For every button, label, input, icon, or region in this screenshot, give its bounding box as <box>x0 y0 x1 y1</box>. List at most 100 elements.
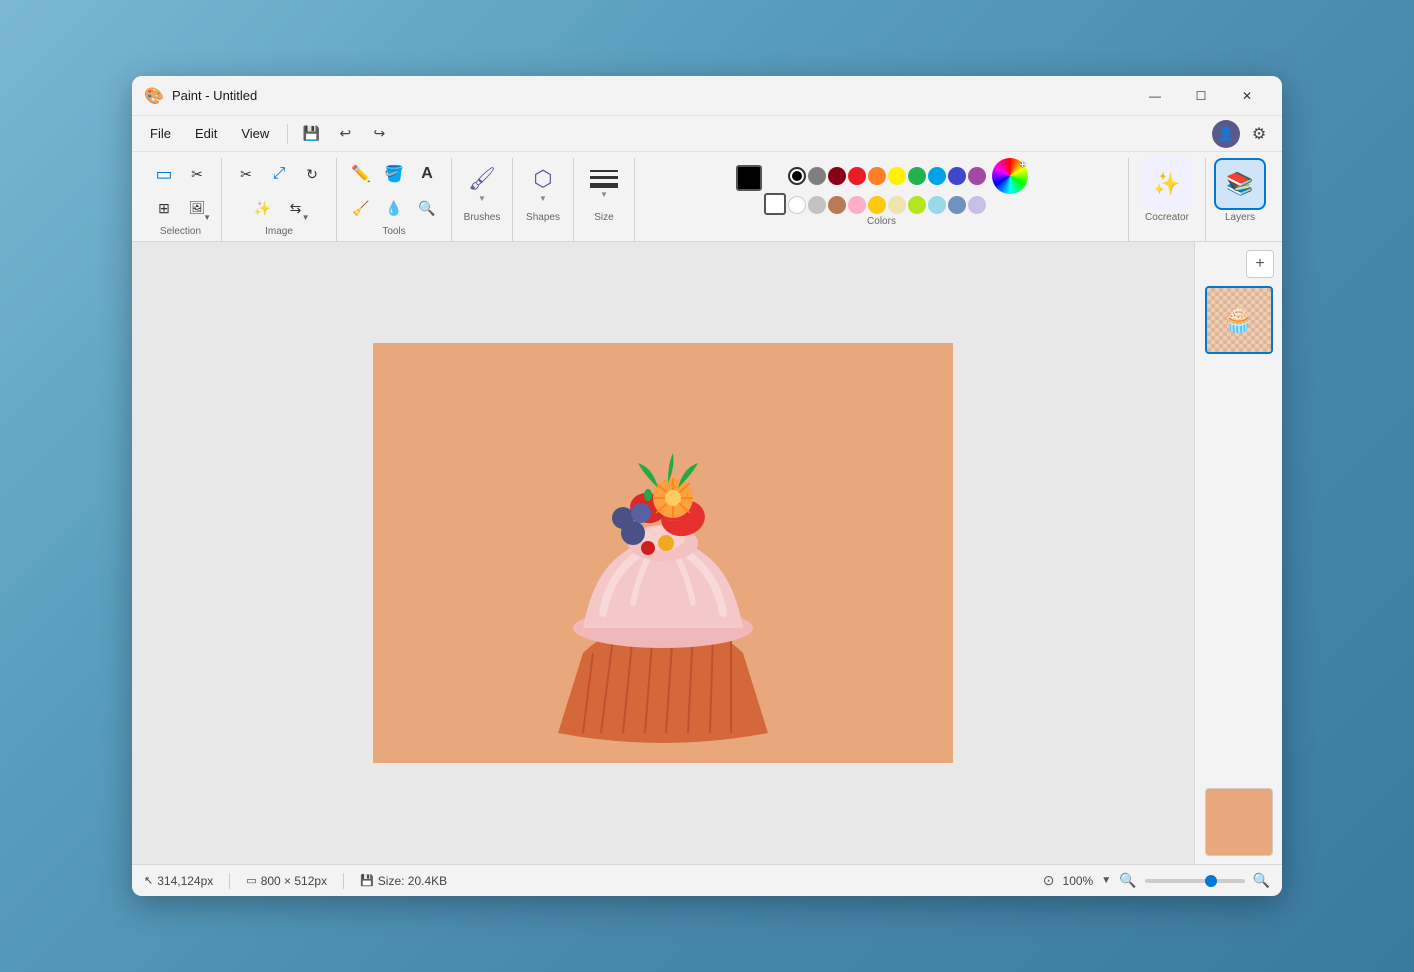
color-cyan[interactable] <box>928 167 946 185</box>
layers-sidebar: + 🧁 <box>1194 242 1282 864</box>
cursor-position: ↖ 314,124px <box>144 874 213 888</box>
color-brown[interactable] <box>828 196 846 214</box>
zoom-in-button[interactable]: 🔍 <box>1253 872 1270 889</box>
pencil-button[interactable]: ✏️ <box>345 158 377 190</box>
zoom-slider-thumb[interactable] <box>1205 875 1217 887</box>
dropdown-caret-2: ▼ <box>302 213 310 222</box>
color-picker-wheel[interactable]: + <box>992 158 1028 194</box>
zoom-slider[interactable] <box>1145 879 1245 883</box>
select-rectangle-button[interactable]: ▭ <box>148 158 180 190</box>
canvas-dimensions: ▭ 800 × 512px <box>246 874 327 888</box>
layer-2-thumbnail[interactable] <box>1205 788 1273 856</box>
color-black[interactable] <box>788 167 806 185</box>
user-avatar[interactable]: 👤 <box>1212 120 1240 148</box>
zoom-out-button[interactable]: 🔍 <box>1119 872 1136 889</box>
palette-row-1: + <box>788 158 1028 194</box>
undo-button[interactable]: ↩ <box>330 119 360 149</box>
text-button[interactable]: A <box>411 158 443 190</box>
active-colors <box>736 165 778 207</box>
color-light-blue[interactable] <box>928 196 946 214</box>
eyedropper-button[interactable]: 💧 <box>378 192 410 224</box>
color-lime[interactable] <box>908 196 926 214</box>
settings-button[interactable]: ⚙ <box>1244 119 1274 149</box>
drawing-tools-row2: 🧹 💧 🔍 <box>345 192 443 224</box>
color-purple[interactable] <box>968 167 986 185</box>
color-red[interactable] <box>848 167 866 185</box>
statusbar-divider-1 <box>229 873 230 889</box>
layer-1-thumbnail[interactable]: 🧁 <box>1205 286 1273 354</box>
image-tools-row2: ✨ ⇆ ▼ <box>247 192 312 224</box>
select-freeform-button[interactable]: ✂ <box>181 158 213 190</box>
image-label: Image <box>265 226 293 237</box>
menu-edit[interactable]: Edit <box>185 122 227 145</box>
rotate-button[interactable]: ↻ <box>296 158 328 190</box>
palette-row-2 <box>788 196 1028 214</box>
color-pink[interactable] <box>848 196 866 214</box>
background-color[interactable] <box>764 193 786 215</box>
redo-button[interactable]: ↪ <box>364 119 394 149</box>
cocreator-button[interactable]: ✨ <box>1141 158 1193 210</box>
statusbar-divider-2 <box>343 873 344 889</box>
brushes-button[interactable]: 🖌 ▼ <box>460 158 504 210</box>
ribbon-group-tools: ✏️ 🪣 A 🧹 💧 🔍 Tools <box>337 158 452 241</box>
foreground-color[interactable] <box>736 165 762 191</box>
ribbon-group-shapes: ⬡ ▼ Shapes <box>513 158 574 241</box>
color-orange[interactable] <box>868 167 886 185</box>
window-controls: — ☐ ✕ <box>1132 80 1270 112</box>
shapes-button[interactable]: ⬡ ▼ <box>521 158 565 210</box>
menu-file[interactable]: File <box>140 122 181 145</box>
layers-panel-button[interactable]: 📚 <box>1214 158 1266 210</box>
crop-button[interactable]: ✂ <box>230 158 262 190</box>
ribbon-group-cocreator: ✨ Cocreator <box>1129 158 1206 241</box>
color-dark-red[interactable] <box>828 167 846 185</box>
color-lavender[interactable] <box>968 196 986 214</box>
ribbon-group-selection: ▭ ✂ ⊞ 🖼 ▼ Selection <box>140 158 222 241</box>
size-button[interactable]: ▼ <box>582 158 626 210</box>
select-transparent-button[interactable]: 🖼 ▼ <box>181 192 213 224</box>
tools-label: Tools <box>382 226 405 237</box>
add-layer-button[interactable]: + <box>1246 250 1274 278</box>
menu-view[interactable]: View <box>231 122 279 145</box>
color-gold[interactable] <box>868 196 886 214</box>
color-blue[interactable] <box>948 167 966 185</box>
drawing-canvas[interactable]: ···· <box>373 343 953 763</box>
color-gray[interactable] <box>808 167 826 185</box>
menu-divider-1 <box>287 124 288 144</box>
canvas-main[interactable]: ···· <box>132 242 1194 864</box>
title-bar: 🎨 Paint - Untitled — ☐ ✕ <box>132 76 1282 116</box>
quick-access-tools: 💾 ↩ ↪ <box>296 119 394 149</box>
fill-button[interactable]: 🪣 <box>378 158 410 190</box>
color-light-gray[interactable] <box>808 196 826 214</box>
maximize-button[interactable]: ☐ <box>1178 80 1224 112</box>
dropdown-caret: ▼ <box>203 213 211 222</box>
flip-button[interactable]: ⇆ ▼ <box>280 192 312 224</box>
close-button[interactable]: ✕ <box>1224 80 1270 112</box>
save-button[interactable]: 💾 <box>296 119 326 149</box>
color-palette: + <box>788 158 1028 214</box>
menu-bar: File Edit View 💾 ↩ ↪ 👤 ⚙ <box>132 116 1282 152</box>
minimize-button[interactable]: — <box>1132 80 1178 112</box>
color-green[interactable] <box>908 167 926 185</box>
color-steel-blue[interactable] <box>948 196 966 214</box>
zoom-dropdown-button[interactable]: ▼ <box>1101 875 1111 886</box>
file-size: 💾 Size: 20.4KB <box>360 874 447 888</box>
select-all-button[interactable]: ⊞ <box>148 192 180 224</box>
color-light-yellow[interactable] <box>888 196 906 214</box>
window-title: Paint - Untitled <box>172 88 1132 103</box>
image-tools: ✂ ⤢ ↻ <box>230 158 328 190</box>
eraser-button[interactable]: 🧹 <box>345 192 377 224</box>
focus-canvas-button[interactable]: ⊙ <box>1043 872 1055 889</box>
color-yellow[interactable] <box>888 167 906 185</box>
statusbar: ↖ 314,124px ▭ 800 × 512px 💾 Size: 20.4KB… <box>132 864 1282 896</box>
color-white[interactable] <box>788 196 806 214</box>
resize-button[interactable]: ⤢ <box>263 158 295 190</box>
app-icon: 🎨 <box>144 86 164 106</box>
zoom-button[interactable]: 🔍 <box>411 192 443 224</box>
cursor-icon: ↖ <box>144 874 153 887</box>
ribbon-group-size: ▼ Size <box>574 158 635 241</box>
statusbar-right: ⊙ 100% ▼ 🔍 🔍 <box>1043 872 1270 889</box>
selection-label: Selection <box>160 226 201 237</box>
menu-bar-right: 👤 ⚙ <box>1212 119 1274 149</box>
brushes-label: Brushes <box>464 212 501 223</box>
ai-image-button[interactable]: ✨ <box>247 192 279 224</box>
